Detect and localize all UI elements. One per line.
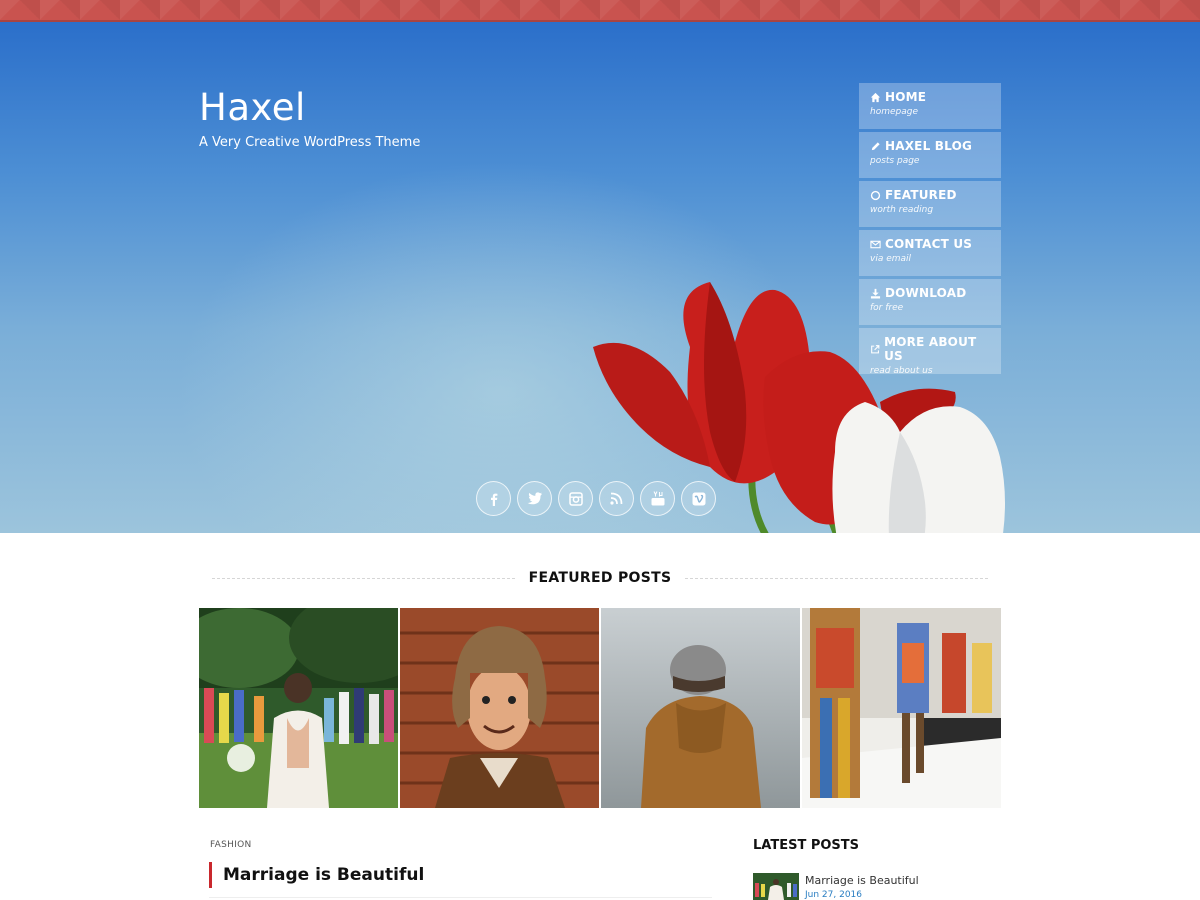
latest-post-title[interactable]: Marriage is Beautiful [805, 874, 919, 887]
nav-item-download[interactable]: DOWNLOAD for free [859, 279, 1001, 325]
envelope-icon [870, 240, 881, 248]
featured-posts-title: FEATURED POSTS [528, 570, 672, 586]
nav-item-sub: worth reading [870, 205, 934, 215]
facebook-button[interactable] [476, 481, 511, 516]
nav-item-label: HOME [885, 90, 927, 104]
rss-icon [610, 492, 623, 505]
site-branding: Haxel A Very Creative WordPress Theme [199, 86, 420, 150]
youtube-icon [651, 491, 664, 506]
nav-item-label: CONTACT US [885, 237, 973, 251]
nav-item-label: FEATURED [885, 188, 957, 202]
instagram-button[interactable] [558, 481, 593, 516]
hero-banner: Haxel A Very Creative WordPress Theme HO… [0, 22, 1200, 533]
pencil-icon [871, 141, 880, 150]
featured-post-thumbnail-runway[interactable] [802, 608, 1001, 808]
nav-item-sub: via email [870, 254, 912, 264]
top-ribbon [0, 0, 1200, 22]
external-link-icon [871, 344, 880, 353]
divider [685, 577, 988, 579]
facebook-icon [490, 493, 497, 506]
nav-item-about[interactable]: MORE ABOUT US read about us [859, 328, 1001, 376]
fashion-runway-image [802, 608, 1001, 808]
twitter-button[interactable] [517, 481, 552, 516]
featured-posts-grid [199, 608, 1001, 808]
nav-item-blog[interactable]: HAXEL BLOG posts page [859, 132, 1001, 178]
latest-post-thumbnail[interactable] [753, 873, 799, 900]
circle-icon [870, 190, 881, 200]
latest-post-date: Jun 27, 2016 [805, 890, 863, 900]
nav-item-label: MORE ABOUT US [884, 335, 977, 363]
featured-post-thumbnail-knit-hat[interactable] [601, 608, 800, 808]
download-icon [870, 288, 881, 299]
social-links [476, 481, 716, 516]
divider [212, 577, 515, 579]
twitter-icon [527, 492, 542, 505]
latest-posts-heading: LATEST POSTS [753, 838, 860, 853]
latest-post-item[interactable]: Marriage is Beautiful Jun 27, 2016 [753, 873, 919, 900]
site-tagline: A Very Creative WordPress Theme [199, 135, 421, 150]
vimeo-button[interactable] [681, 481, 716, 516]
nav-item-sub: read about us [870, 366, 933, 376]
featured-post-thumbnail-bride[interactable] [199, 608, 398, 808]
home-icon [870, 92, 881, 102]
nav-item-sub: for free [870, 303, 904, 313]
featured-post-thumbnail-fur-hat[interactable] [400, 608, 599, 808]
rss-button[interactable] [599, 481, 634, 516]
nav-item-sub: homepage [870, 107, 918, 117]
nav-item-contact[interactable]: CONTACT US via email [859, 230, 1001, 276]
nav-item-sub: posts page [870, 156, 920, 166]
main-navigation: HOME homepage HAXEL BLOG posts page FEAT… [859, 83, 1001, 377]
nav-item-label: HAXEL BLOG [885, 139, 973, 153]
divider [209, 897, 712, 898]
site-title[interactable]: Haxel [199, 86, 420, 129]
knit-hat-person-image [601, 608, 800, 808]
nav-item-label: DOWNLOAD [885, 286, 967, 300]
bride-image [199, 608, 398, 808]
post-title-block: Marriage is Beautiful [209, 862, 424, 888]
post-category[interactable]: FASHION [210, 840, 252, 850]
vimeo-icon [692, 492, 705, 505]
nav-item-featured[interactable]: FEATURED worth reading [859, 181, 1001, 227]
youtube-button[interactable] [640, 481, 675, 516]
featured-posts-heading: FEATURED POSTS [212, 566, 988, 590]
nav-item-home[interactable]: HOME homepage [859, 83, 1001, 129]
bride-thumbnail-image [753, 873, 799, 900]
post-title[interactable]: Marriage is Beautiful [223, 865, 424, 885]
fur-hat-man-image [400, 608, 599, 808]
latest-post-text: Marriage is Beautiful Jun 27, 2016 [805, 873, 919, 900]
instagram-icon [568, 491, 583, 506]
